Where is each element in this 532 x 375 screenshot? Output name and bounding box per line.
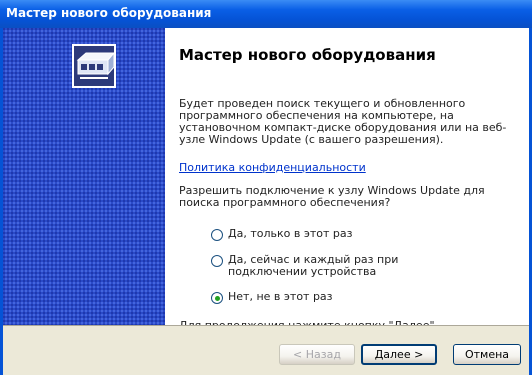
option-label: Да, сейчас и каждый раз при подключении … [228,253,399,278]
privacy-link[interactable]: Политика конфиденциальности [179,161,366,174]
page-title: Мастер нового оборудования [179,46,436,64]
back-button[interactable]: < Назад [279,344,355,365]
option-always[interactable]: Да, сейчас и каждый раз при подключении … [211,254,478,278]
option-label: Да, только в этот раз [228,227,353,240]
option-this-time[interactable]: Да, только в этот раз [211,228,478,241]
radio-button[interactable] [211,229,223,241]
next-button[interactable]: Далее > [361,344,437,365]
option-not-this-time[interactable]: Нет, не в этот раз [211,291,478,304]
window-title: Мастер нового оборудования [6,6,212,20]
wizard-sidebar [3,28,165,325]
hardware-icon [72,44,116,88]
option-label: Нет, не в этот раз [228,290,333,303]
question-text: Разрешить подключение к узлу Windows Upd… [179,184,485,209]
title-bar[interactable]: Мастер нового оборудования [0,0,532,28]
button-bar: < Назад Далее > Отмена [3,325,529,375]
wizard-window: Мастер нового оборудования Будет проведе… [0,28,532,375]
radio-button[interactable] [211,255,223,267]
wizard-content: Мастер нового оборудования Будет проведе… [179,28,529,332]
radio-button-selected[interactable] [211,292,223,304]
intro-text: Будет проведен поиск текущего и обновлен… [179,97,507,146]
cancel-button[interactable]: Отмена [453,344,521,365]
